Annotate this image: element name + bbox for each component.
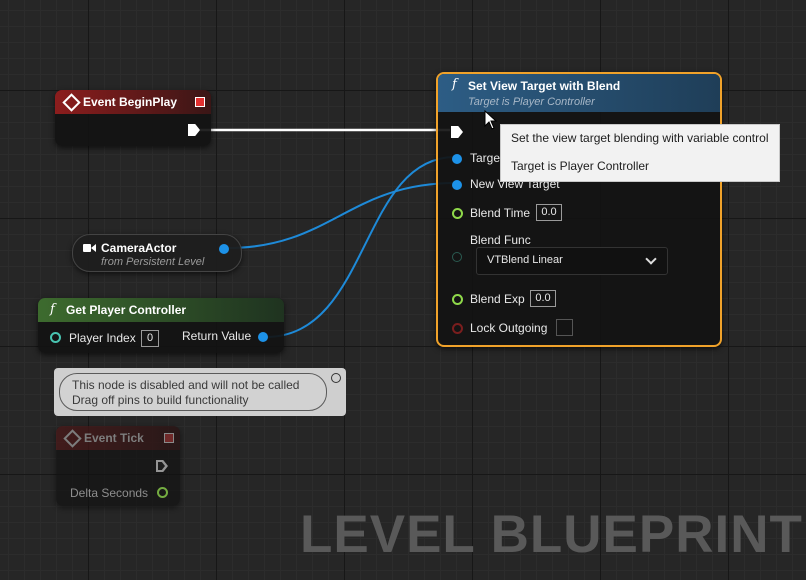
diamond-event-icon xyxy=(62,93,81,112)
tooltip-line-1: Set the view target blending with variab… xyxy=(511,131,769,145)
player-index-input[interactable]: 0 xyxy=(141,330,159,347)
target-label: Target xyxy=(470,151,504,165)
node-title: Set View Target with Blend xyxy=(468,79,621,93)
event-tick-header: Event Tick xyxy=(56,426,180,450)
delta-seconds-label: Delta Seconds xyxy=(70,486,149,500)
event-beginplay-header: Event BeginPlay xyxy=(55,90,211,114)
camera-output-pin[interactable] xyxy=(219,244,229,254)
camera-icon xyxy=(83,244,91,252)
mouse-cursor-icon xyxy=(484,110,498,130)
target-pin[interactable] xyxy=(452,154,462,164)
node-title: Get Player Controller xyxy=(66,303,187,317)
comment-line-1: This node is disabled and will not be ca… xyxy=(72,378,300,392)
blend-exp-label: Blend Exp xyxy=(470,292,525,306)
new-view-target-pin[interactable] xyxy=(452,180,462,190)
comment-line-2: Drag off pins to build functionality xyxy=(72,393,249,407)
get-player-controller-node[interactable]: f Get Player Controller Player Index 0 R… xyxy=(38,298,284,353)
return-value-label: Return Value xyxy=(182,329,252,343)
tooltip-line-2: Target is Player Controller xyxy=(511,159,650,173)
lock-outgoing-pin[interactable] xyxy=(452,323,463,334)
node-title: Event Tick xyxy=(84,431,144,445)
exec-output-pin[interactable] xyxy=(156,460,168,472)
blend-func-value: VTBlend Linear xyxy=(487,254,563,266)
node-subtitle: Target is Player Controller xyxy=(468,96,595,108)
node-subtitle: from Persistent Level xyxy=(101,256,205,268)
blend-exp-pin[interactable] xyxy=(452,294,463,305)
camera-to-new-view-target-wire[interactable] xyxy=(227,182,456,249)
function-f-icon: f xyxy=(452,77,457,92)
blend-time-label: Blend Time xyxy=(470,206,531,220)
return-value-pin[interactable] xyxy=(258,332,268,342)
blend-time-input[interactable]: 0.0 xyxy=(536,204,562,221)
camera-lens xyxy=(91,244,96,252)
blend-func-dropdown[interactable]: VTBlend Linear xyxy=(476,247,668,275)
node-title: CameraActor xyxy=(101,241,177,255)
function-f-icon: f xyxy=(50,302,55,317)
lock-outgoing-checkbox[interactable] xyxy=(556,319,573,336)
pin-comment-icon[interactable] xyxy=(331,373,341,383)
event-tick-node[interactable]: Event Tick Delta Seconds xyxy=(56,426,180,506)
set-view-target-header: f Set View Target with Blend Target is P… xyxy=(438,74,720,112)
player-index-pin[interactable] xyxy=(50,332,61,343)
diamond-event-icon xyxy=(63,429,82,448)
get-player-controller-header: f Get Player Controller xyxy=(38,298,284,322)
blend-exp-input[interactable]: 0.0 xyxy=(530,290,556,307)
delegate-pin[interactable] xyxy=(164,433,174,443)
disabled-comment-bubble: This node is disabled and will not be ca… xyxy=(54,368,346,416)
player-index-label: Player Index xyxy=(69,331,136,345)
exec-input-pin[interactable] xyxy=(451,126,463,138)
lock-outgoing-label: Lock Outgoing xyxy=(470,321,548,335)
set-view-target-with-blend-node[interactable]: f Set View Target with Blend Target is P… xyxy=(436,72,722,347)
event-beginplay-node[interactable]: Event BeginPlay xyxy=(55,90,211,146)
level-blueprint-watermark: LEVEL BLUEPRINT xyxy=(300,505,803,564)
chevron-down-icon xyxy=(645,253,657,265)
comment-inner: This node is disabled and will not be ca… xyxy=(59,373,327,411)
blend-time-pin[interactable] xyxy=(452,208,463,219)
blend-func-pin[interactable] xyxy=(452,252,462,262)
tooltip: Set the view target blending with variab… xyxy=(500,124,780,182)
exec-output-pin[interactable] xyxy=(188,124,200,136)
delegate-pin[interactable] xyxy=(195,97,205,107)
camera-actor-node[interactable]: CameraActor from Persistent Level xyxy=(72,234,242,272)
node-title: Event BeginPlay xyxy=(83,95,178,109)
delta-seconds-pin[interactable] xyxy=(157,487,168,498)
blend-func-label: Blend Func xyxy=(470,233,531,247)
